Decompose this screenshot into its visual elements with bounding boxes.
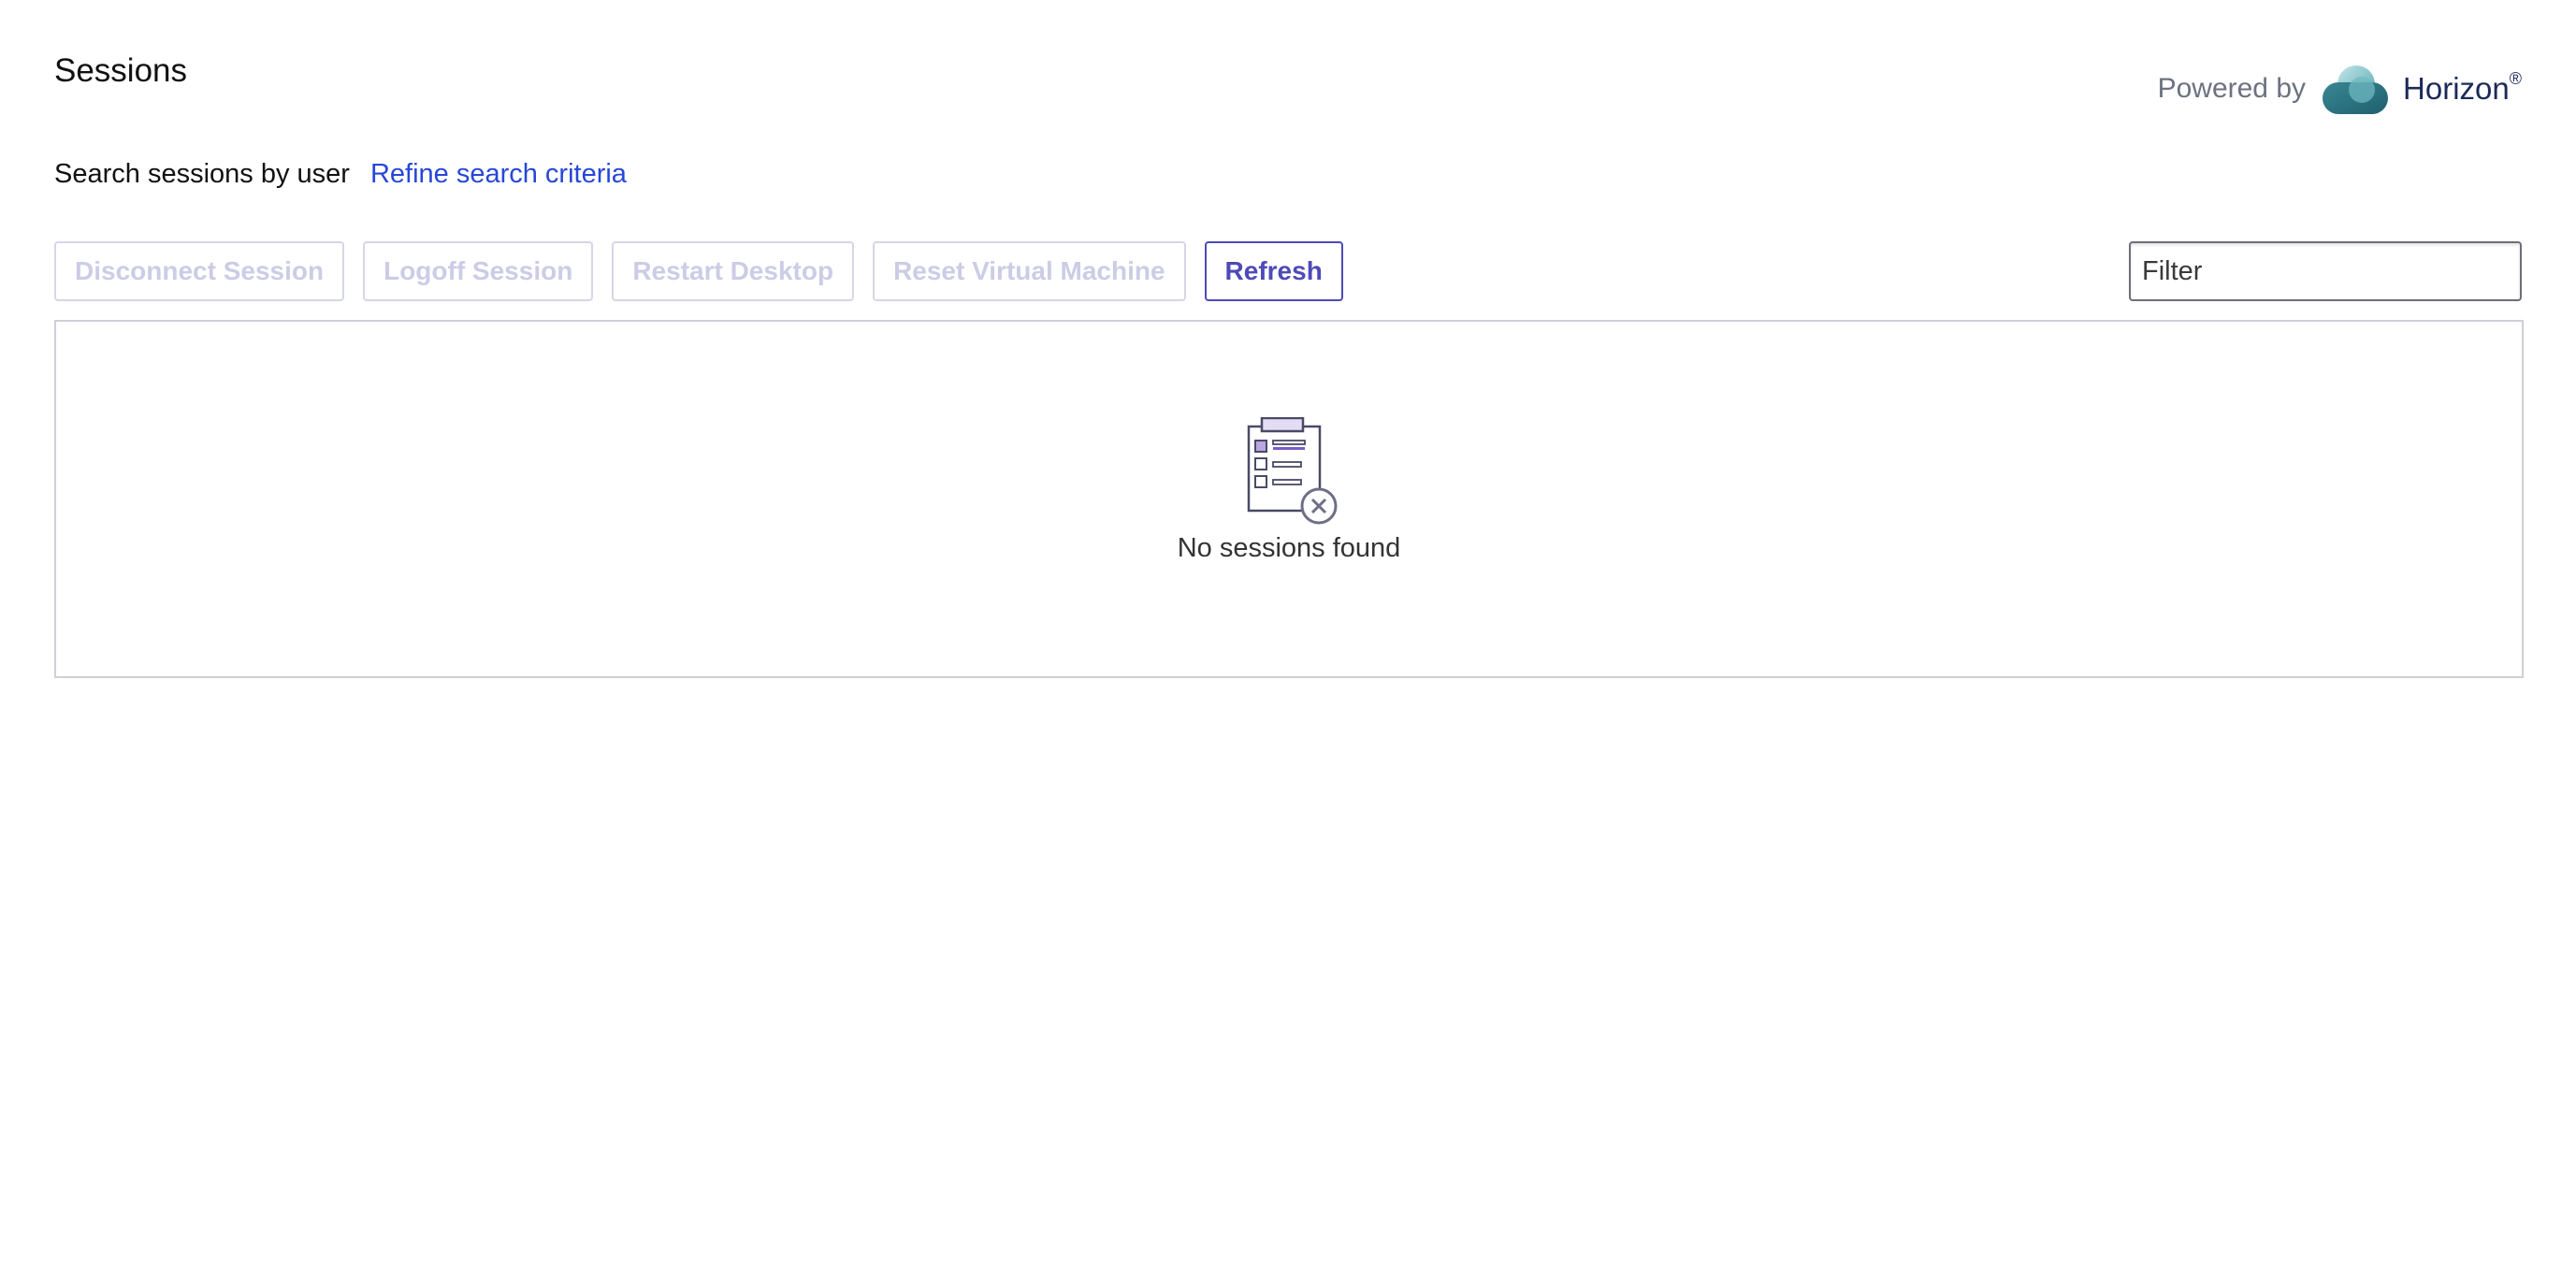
session-toolbar: Disconnect Session Logoff Session Restar…: [54, 241, 1362, 301]
powered-by-banner: Powered by Horizon®: [2158, 62, 2522, 116]
reset-virtual-machine-button[interactable]: Reset Virtual Machine: [873, 241, 1186, 301]
sessions-grid: No sessions found: [54, 320, 2524, 678]
logoff-session-button[interactable]: Logoff Session: [363, 241, 594, 301]
refresh-button[interactable]: Refresh: [1204, 241, 1343, 301]
search-label: Search sessions by user: [54, 158, 350, 189]
filter-input[interactable]: [2129, 241, 2522, 301]
refine-search-link[interactable]: Refine search criteria: [370, 159, 627, 190]
registered-mark: ®: [2509, 69, 2522, 88]
sessions-page: Sessions Powered by Horizon® Search sess…: [0, 0, 2576, 1287]
restart-desktop-button[interactable]: Restart Desktop: [612, 241, 855, 301]
horizon-cloud-icon: [2323, 65, 2389, 114]
search-row: Search sessions by user Refine search cr…: [54, 153, 627, 195]
empty-state-message: No sessions found: [1177, 533, 1401, 563]
powered-by-text: Powered by: [2157, 73, 2307, 104]
page-title: Sessions: [54, 52, 188, 89]
disconnect-session-button[interactable]: Disconnect Session: [54, 241, 345, 301]
clipboard-empty-icon: [1247, 417, 1338, 525]
brand-name-text: Horizon: [2403, 71, 2510, 106]
brand-name: Horizon®: [2403, 69, 2522, 107]
